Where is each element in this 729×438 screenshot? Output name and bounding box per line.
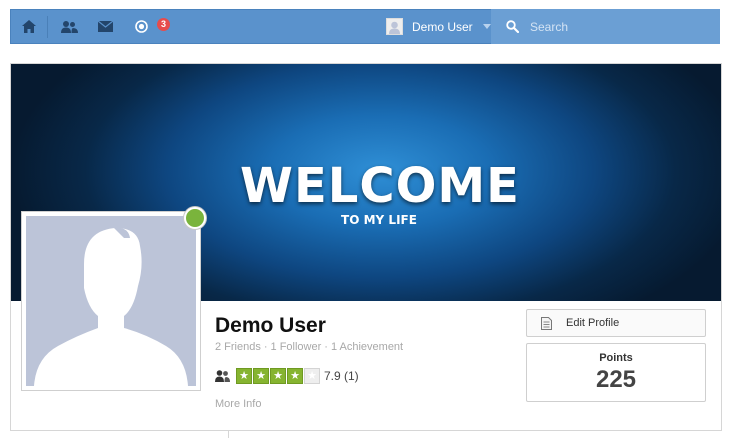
- star-icon[interactable]: ★: [253, 368, 269, 384]
- star-icon[interactable]: ★: [287, 368, 303, 384]
- separator: ·: [324, 341, 328, 353]
- edit-profile-button[interactable]: Edit Profile: [526, 309, 706, 337]
- followers-count-link[interactable]: 1 Follower: [271, 341, 322, 353]
- search-input[interactable]: [528, 18, 712, 35]
- points-box: Points 225: [526, 343, 706, 402]
- friends-icon[interactable]: [51, 10, 87, 43]
- document-icon: [541, 316, 552, 330]
- star-icon[interactable]: ★: [304, 368, 320, 384]
- user-menu-name: Demo User: [412, 19, 473, 34]
- achievements-count-link[interactable]: 1 Achievement: [331, 341, 403, 353]
- search-icon: [506, 20, 519, 33]
- divider: [228, 431, 229, 438]
- chevron-down-icon: [482, 24, 491, 29]
- separator: ·: [263, 341, 268, 353]
- points-value: 225: [595, 366, 637, 393]
- edit-profile-label: Edit Profile: [566, 317, 620, 329]
- star-icon[interactable]: ★: [270, 368, 286, 384]
- cover-title: WELCOME: [240, 158, 520, 214]
- friends-icon: [215, 370, 230, 382]
- online-status-indicator: [184, 207, 206, 229]
- profile-stats: 2 Friends · 1 Follower · 1 Achievement: [215, 341, 403, 353]
- search-box: [491, 9, 720, 44]
- notification-count-badge[interactable]: 3: [157, 18, 170, 31]
- user-menu[interactable]: Demo User: [377, 10, 491, 43]
- profile-avatar[interactable]: [21, 211, 201, 391]
- notifications-icon[interactable]: [123, 10, 159, 43]
- star-icon[interactable]: ★: [236, 368, 252, 384]
- top-navigation-bar: 3 Demo User: [10, 9, 720, 44]
- points-label: Points: [599, 352, 633, 364]
- home-icon[interactable]: [11, 10, 47, 43]
- user-avatar: [386, 18, 403, 35]
- friends-count-link[interactable]: 2 Friends: [215, 341, 261, 353]
- nav-divider: [47, 16, 48, 38]
- rating-stars[interactable]: ★ ★ ★ ★ ★: [236, 368, 321, 384]
- profile-card: WELCOME TO MY LIFE Demo User 2 Friends · 1…: [10, 63, 722, 431]
- default-avatar-silhouette: [26, 216, 196, 386]
- profile-name: Demo User: [215, 314, 326, 337]
- messages-icon[interactable]: [87, 10, 123, 43]
- rating-row: ★ ★ ★ ★ ★ 7.9 (1): [215, 367, 359, 385]
- rating-value: 7.9 (1): [324, 369, 359, 383]
- more-info-link[interactable]: More Info: [215, 398, 261, 410]
